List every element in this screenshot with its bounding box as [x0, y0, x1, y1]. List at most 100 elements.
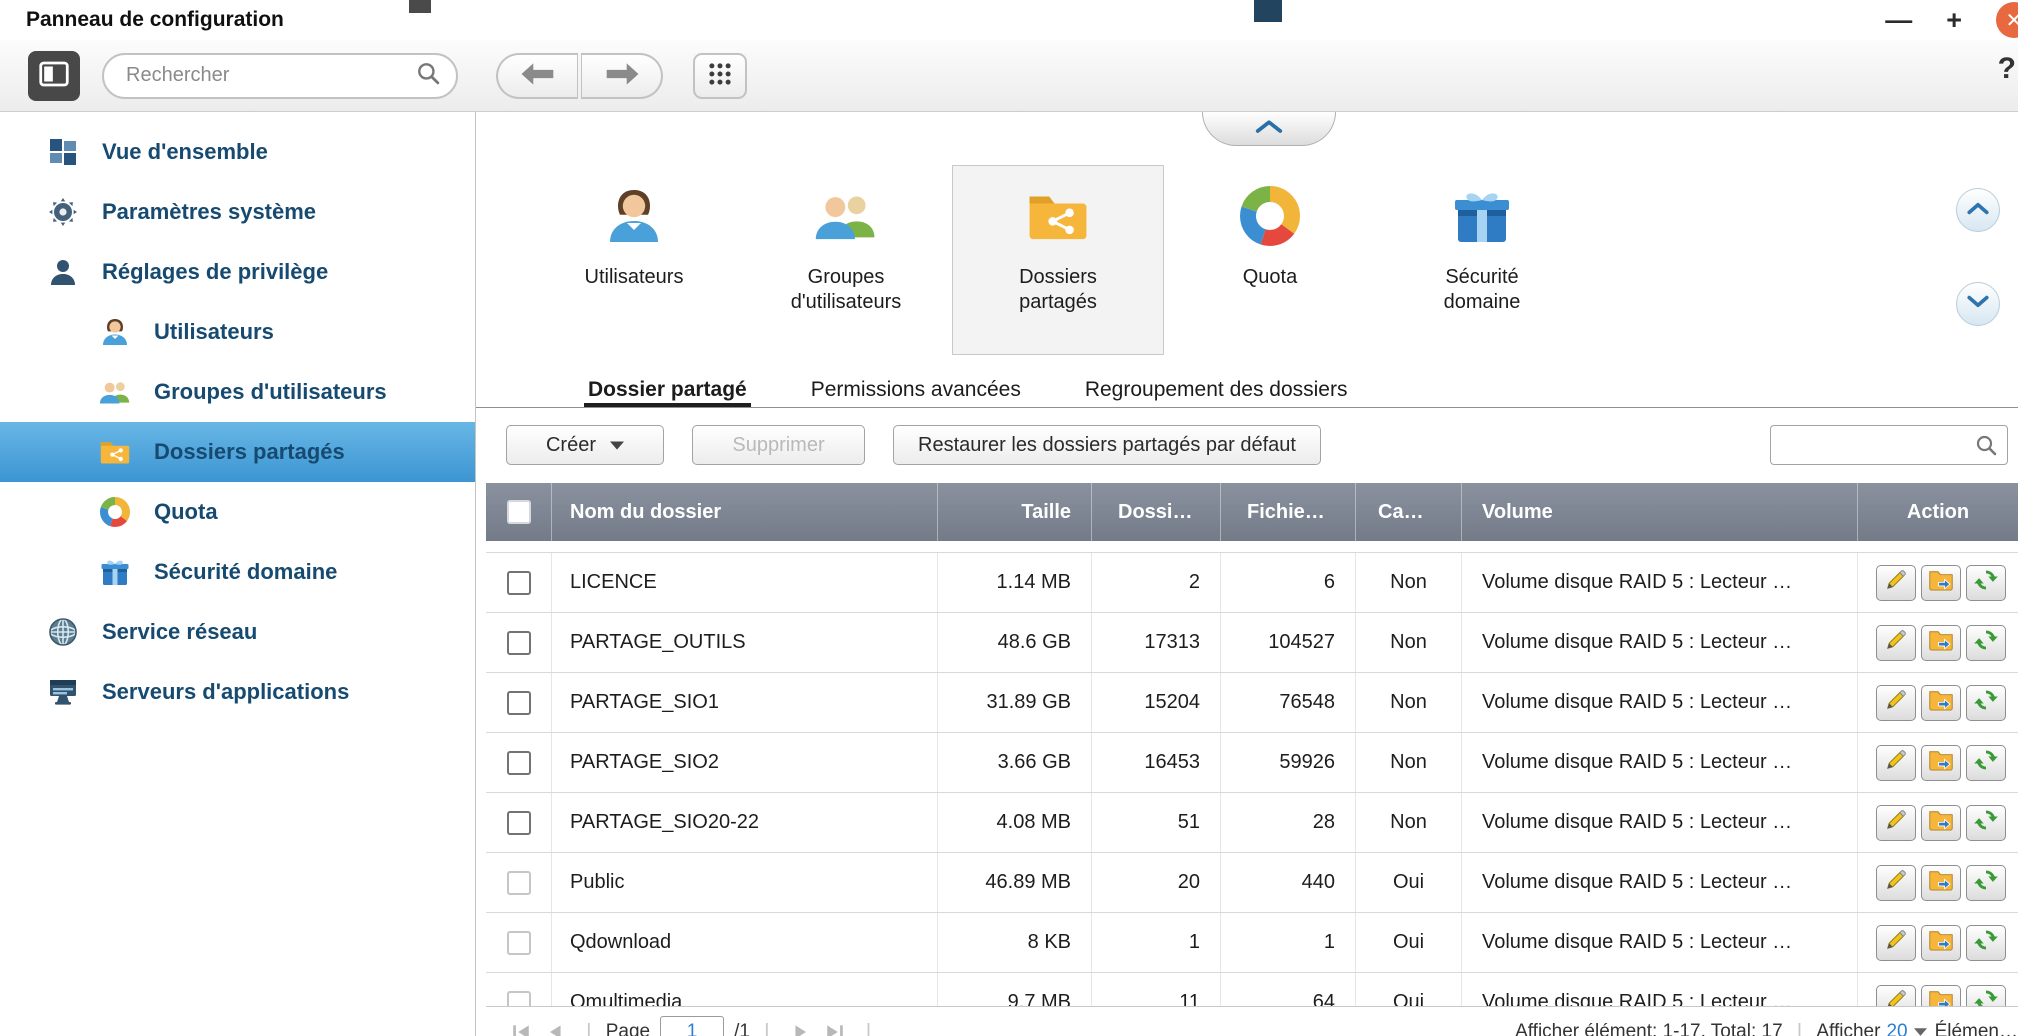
row-checkbox[interactable] — [507, 811, 531, 835]
prev-page-button[interactable] — [545, 1023, 565, 1036]
help-button[interactable]: ? — [1998, 52, 2016, 86]
table-row[interactable]: Qdownload 8 KB 1 1 Oui Volume disque RAI… — [486, 913, 2018, 973]
sidebar-item[interactable]: Dossiers partagés — [0, 422, 475, 482]
sidebar-item[interactable]: Paramètres système — [0, 182, 475, 242]
row-actions — [1857, 853, 2018, 912]
page-size-select[interactable]: 20 — [1886, 1021, 1907, 1036]
restore-default-folders-button[interactable]: Restaurer les dossiers partagés par défa… — [893, 425, 1321, 465]
category-item[interactable]: Sécurité domaine — [1376, 165, 1588, 355]
refresh-button[interactable] — [1966, 865, 2006, 901]
tab[interactable]: Dossier partagé — [584, 370, 751, 407]
folder-count: 1 — [1091, 913, 1220, 972]
folder-permissions-button[interactable] — [1921, 565, 1961, 601]
sidebar-item[interactable]: Sécurité domaine — [0, 542, 475, 602]
edit-properties-button[interactable] — [1876, 685, 1916, 721]
category-item[interactable]: Utilisateurs — [528, 165, 740, 355]
edit-pencil-icon — [1883, 807, 1909, 839]
row-checkbox[interactable] — [507, 991, 531, 1007]
sidebar-item[interactable]: Réglages de privilège — [0, 242, 475, 302]
sidebar-item[interactable]: Groupes d'utilisateurs — [0, 362, 475, 422]
row-checkbox[interactable] — [507, 631, 531, 655]
sidebar-toggle-button[interactable] — [28, 51, 80, 101]
tab[interactable]: Permissions avancées — [807, 370, 1025, 407]
scroll-up-button[interactable] — [1956, 188, 2000, 232]
select-all-checkbox[interactable] — [507, 500, 531, 524]
forward-button[interactable] — [581, 53, 663, 99]
close-button[interactable]: ✕ — [1996, 2, 2018, 38]
edit-pencil-icon — [1883, 627, 1909, 659]
folder-permissions-button[interactable] — [1921, 745, 1961, 781]
category-item[interactable]: Quota — [1164, 165, 1376, 355]
table-search-input[interactable] — [1771, 434, 1975, 457]
folder-permissions-button[interactable] — [1921, 685, 1961, 721]
refresh-button[interactable] — [1966, 565, 2006, 601]
refresh-button[interactable] — [1966, 925, 2006, 961]
column-header-files[interactable]: Fichie… — [1220, 483, 1355, 541]
column-header-folders[interactable]: Dossi… — [1091, 483, 1220, 541]
volume-name: Volume disque RAID 5 : Lecteur … — [1461, 553, 1857, 612]
folder-permissions-button[interactable] — [1921, 805, 1961, 841]
table-row[interactable]: PARTAGE_SIO2 3.66 GB 16453 59926 Non Vol… — [486, 733, 2018, 793]
column-header-name[interactable]: Nom du dossier — [551, 483, 937, 541]
refresh-button[interactable] — [1966, 745, 2006, 781]
folder-name: PARTAGE_SIO2 — [551, 733, 937, 792]
create-button[interactable]: Créer — [506, 425, 664, 465]
sidebar-item[interactable]: Vue d'ensemble — [0, 122, 475, 182]
table-row[interactable]: PARTAGE_SIO1 31.89 GB 15204 76548 Non Vo… — [486, 673, 2018, 733]
row-checkbox[interactable] — [507, 691, 531, 715]
tab[interactable]: Regroupement des dossiers — [1081, 370, 1352, 407]
first-page-button[interactable] — [511, 1023, 531, 1036]
row-checkbox[interactable] — [507, 751, 531, 775]
column-header-volume[interactable]: Volume — [1461, 483, 1857, 541]
folder-permissions-button[interactable] — [1921, 625, 1961, 661]
folder-permissions-button[interactable] — [1921, 865, 1961, 901]
page-number-input[interactable]: 1 — [660, 1016, 724, 1036]
edit-properties-button[interactable] — [1876, 925, 1916, 961]
table-row[interactable]: Public 46.89 MB 20 440 Oui Volume disque… — [486, 853, 2018, 913]
minimize-button[interactable]: — — [1885, 7, 1912, 34]
column-header-cache[interactable]: Ca… — [1355, 483, 1461, 541]
delete-button[interactable]: Supprimer — [692, 425, 865, 465]
last-page-button[interactable] — [825, 1023, 845, 1036]
collapse-panel-button[interactable] — [1202, 112, 1336, 146]
refresh-button[interactable] — [1966, 805, 2006, 841]
row-checkbox[interactable] — [507, 931, 531, 955]
maximize-button[interactable]: + — [1946, 7, 1962, 34]
folder-permissions-button[interactable] — [1921, 925, 1961, 961]
folder-arrow-icon — [1928, 987, 1954, 1007]
folder-permissions-button[interactable] — [1921, 985, 1961, 1007]
next-page-button[interactable] — [791, 1023, 811, 1036]
edit-properties-button[interactable] — [1876, 745, 1916, 781]
refresh-button[interactable] — [1966, 685, 2006, 721]
global-search-input[interactable] — [126, 64, 416, 87]
edit-properties-button[interactable] — [1876, 865, 1916, 901]
folder-arrow-icon — [1928, 927, 1954, 959]
volume-name: Volume disque RAID 5 : Lecteur … — [1461, 793, 1857, 852]
sidebar-item[interactable]: Quota — [0, 482, 475, 542]
back-button[interactable] — [496, 53, 578, 99]
edit-properties-button[interactable] — [1876, 625, 1916, 661]
row-actions — [1857, 553, 2018, 612]
table-row[interactable]: LICENCE 1.14 MB 2 6 Non Volume disque RA… — [486, 553, 2018, 613]
edit-properties-button[interactable] — [1876, 805, 1916, 841]
row-checkbox[interactable] — [507, 571, 531, 595]
refresh-button[interactable] — [1966, 985, 2006, 1007]
apps-grid-button[interactable] — [693, 53, 747, 99]
row-checkbox[interactable] — [507, 871, 531, 895]
column-header-size[interactable]: Taille — [937, 483, 1091, 541]
table-row[interactable]: Qmultimedia 9.7 MB 11 64 Oui Volume disq… — [486, 973, 2018, 1006]
column-header-action: Action — [1857, 483, 2018, 541]
category-item[interactable]: Dossiers partagés — [952, 165, 1164, 355]
category-item[interactable]: Groupes d'utilisateurs — [740, 165, 952, 355]
sidebar-item[interactable]: Serveurs d'applications — [0, 662, 475, 722]
sidebar-item[interactable]: Utilisateurs — [0, 302, 475, 362]
table-row[interactable]: PARTAGE_SIO20-22 4.08 MB 51 28 Non Volum… — [486, 793, 2018, 853]
edit-properties-button[interactable] — [1876, 985, 1916, 1007]
folder-name: PARTAGE_SIO20-22 — [551, 793, 937, 852]
edit-properties-button[interactable] — [1876, 565, 1916, 601]
sidebar-item[interactable]: Service réseau — [0, 602, 475, 662]
refresh-button[interactable] — [1966, 625, 2006, 661]
table-row[interactable]: PARTAGE_OUTILS 48.6 GB 17313 104527 Non … — [486, 613, 2018, 673]
scroll-down-button[interactable] — [1956, 282, 2000, 326]
folder-name: Public — [551, 853, 937, 912]
